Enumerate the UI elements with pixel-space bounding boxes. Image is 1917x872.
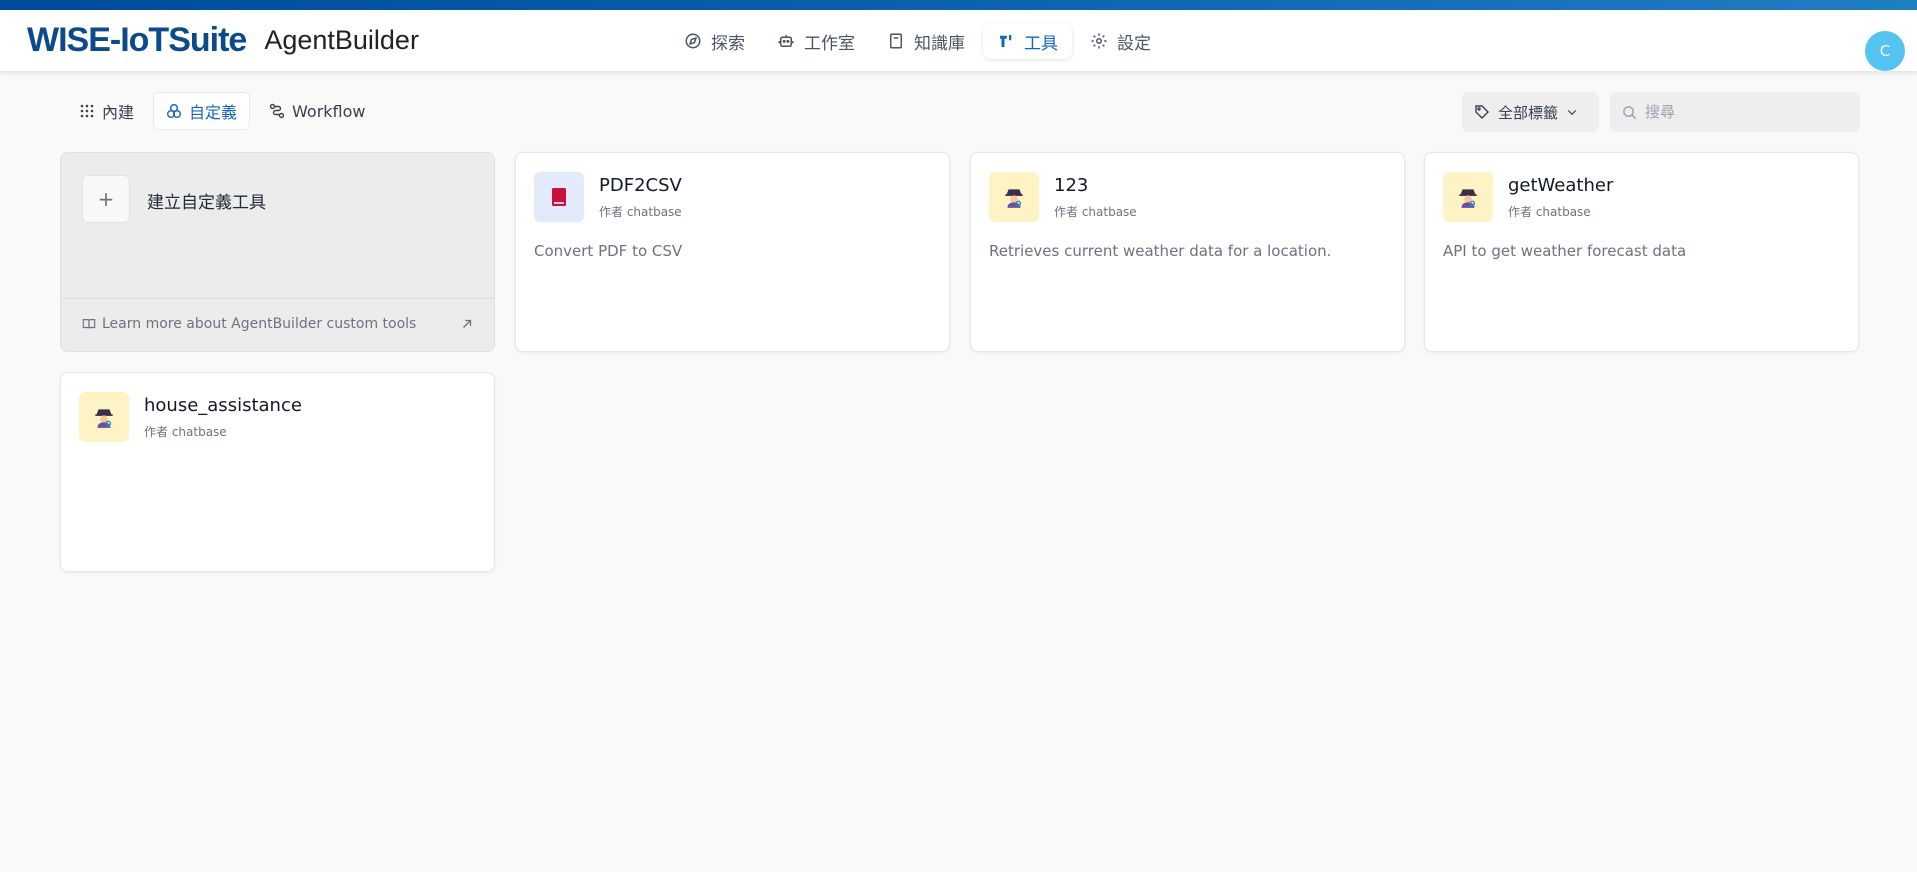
tool-type-tabs: 內建 自定義 Workflow	[66, 92, 379, 130]
gear-icon	[1091, 33, 1107, 49]
search-icon	[1623, 105, 1637, 119]
tool-name: house_assistance	[144, 395, 302, 416]
create-custom-tool-label: 建立自定義工具	[147, 193, 266, 213]
tool-card-getweather[interactable]: getWeather 作者 chatbase API to get weathe…	[1424, 152, 1859, 352]
tab-workflow[interactable]: Workflow	[256, 92, 378, 130]
tool-author: 作者 chatbase	[144, 425, 227, 439]
circles-icon	[167, 104, 182, 118]
nav-settings-label: 設定	[1117, 33, 1151, 54]
nav-studio[interactable]: 工作室	[763, 23, 869, 59]
nav-settings[interactable]: 設定	[1076, 23, 1165, 59]
tag-filter-label: 全部標籤	[1498, 103, 1559, 122]
tool-card-123[interactable]: 123 作者 chatbase Retrieves current weathe…	[970, 152, 1405, 352]
tool-author: 作者 chatbase	[1508, 205, 1591, 219]
tool-author: 作者 chatbase	[1054, 205, 1137, 219]
search-box	[1610, 92, 1860, 132]
learn-more-link[interactable]: Learn more about AgentBuilder custom too…	[82, 316, 416, 332]
app-header: WISE-IoTSuite AgentBuilder 探索 工作室 知識庫 工具…	[0, 10, 1917, 71]
tool-description: API to get weather forecast data	[1443, 242, 1687, 260]
tool-name: PDF2CSV	[599, 175, 682, 196]
create-custom-tool-card[interactable]: + 建立自定義工具 Learn more about AgentBuilder …	[60, 152, 495, 352]
detective-icon	[79, 392, 129, 442]
tool-name: 123	[1054, 175, 1089, 196]
divider	[61, 298, 494, 299]
nav-tools[interactable]: 工具	[983, 23, 1072, 59]
tool-description: Convert PDF to CSV	[534, 242, 683, 260]
book-icon	[890, 33, 902, 49]
nav-knowledge-label: 知識庫	[914, 33, 965, 54]
tag-icon	[1475, 105, 1489, 119]
tool-card-pdf2csv[interactable]: PDF2CSV 作者 chatbase Convert PDF to CSV	[515, 152, 950, 352]
main-nav: 探索 工作室 知識庫 工具 設定	[670, 23, 1165, 59]
workflow-icon	[269, 103, 285, 119]
robot-icon	[778, 35, 794, 47]
avatar[interactable]: C	[1865, 31, 1905, 71]
chevron-down-icon	[1567, 110, 1577, 116]
nav-tools-label: 工具	[1024, 33, 1058, 54]
book-red-icon	[534, 172, 584, 222]
nav-explore[interactable]: 探索	[670, 23, 759, 59]
detective-icon	[989, 172, 1039, 222]
tag-filter-dropdown[interactable]: 全部標籤	[1462, 92, 1599, 132]
nav-studio-label: 工作室	[804, 33, 855, 54]
grid-icon	[80, 104, 94, 118]
brand-logo: WISE-IoTSuite	[27, 20, 247, 59]
nav-explore-label: 探索	[711, 33, 745, 54]
tab-builtin[interactable]: 內建	[66, 92, 147, 130]
tool-card-house-assistance[interactable]: house_assistance 作者 chatbase	[60, 372, 495, 572]
brand-product-name: AgentBuilder	[264, 24, 419, 55]
brand[interactable]: WISE-IoTSuite AgentBuilder	[27, 20, 419, 60]
tab-custom[interactable]: 自定義	[153, 92, 251, 130]
tab-workflow-label: Workflow	[292, 101, 366, 121]
search-input[interactable]	[1645, 103, 1845, 121]
learn-more-label: Learn more about AgentBuilder custom too…	[102, 316, 417, 332]
external-arrow-icon[interactable]	[460, 317, 474, 331]
tool-name: getWeather	[1508, 175, 1614, 196]
open-book-icon	[82, 319, 96, 329]
plus-icon: +	[82, 175, 130, 223]
top-accent-strip	[0, 0, 1917, 10]
detective-icon	[1443, 172, 1493, 222]
compass-icon	[685, 33, 701, 49]
tools-icon	[1000, 35, 1012, 47]
tool-description: Retrieves current weather data for a loc…	[989, 242, 1332, 260]
tab-custom-label: 自定義	[189, 103, 238, 122]
tab-builtin-label: 內建	[102, 103, 135, 122]
tool-author: 作者 chatbase	[599, 205, 682, 219]
nav-knowledge[interactable]: 知識庫	[873, 23, 979, 59]
